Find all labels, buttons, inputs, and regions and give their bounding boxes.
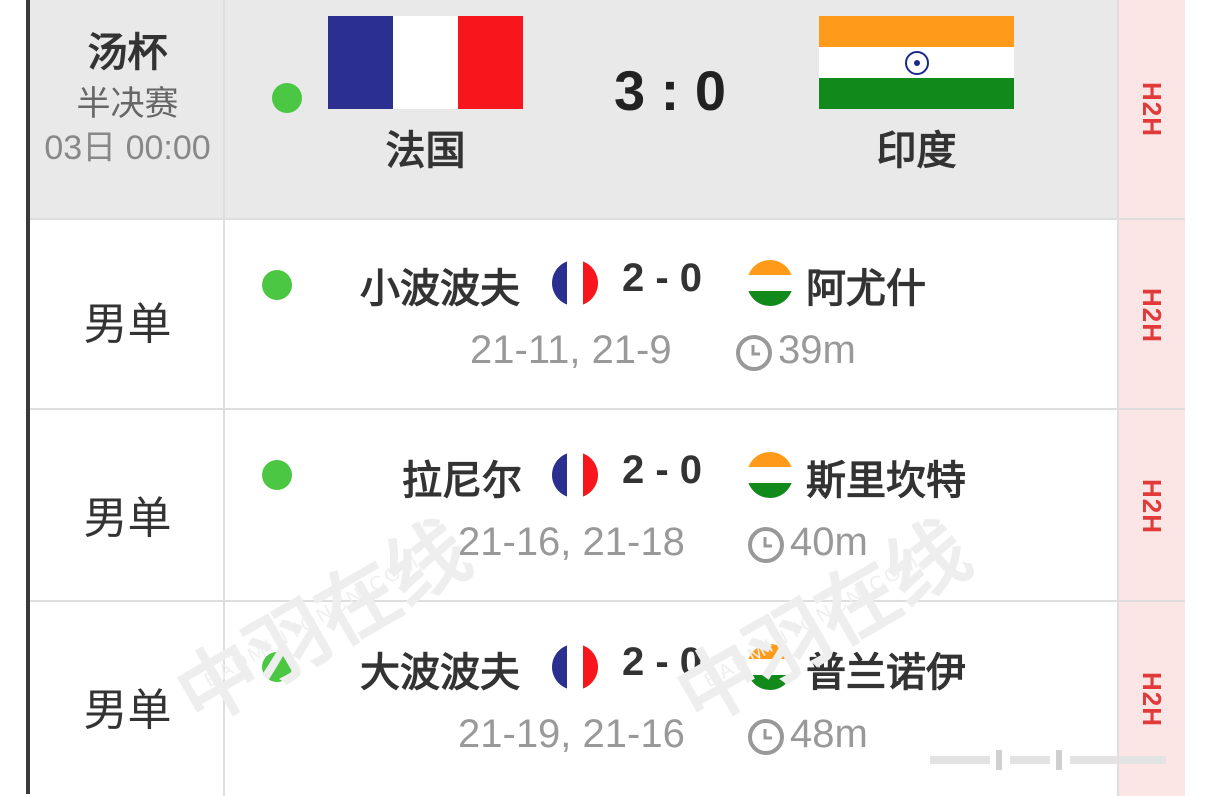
away-team-name: 印度 xyxy=(876,129,957,173)
match-row[interactable]: 男单 小波波夫 2 - 0 阿尤什 21-11, 21-9 39m H2H xyxy=(30,218,1185,410)
france-flag-icon xyxy=(328,16,523,109)
game-scores: 21-11, 21-9 xyxy=(470,328,672,372)
match-duration: 48m xyxy=(790,712,868,756)
game-scores: 21-16, 21-18 xyxy=(458,520,685,564)
france-flag-icon xyxy=(552,644,598,690)
h2h-button[interactable]: H2H xyxy=(1117,0,1185,218)
event-cell: 男单 xyxy=(30,220,225,410)
clock-icon xyxy=(748,719,784,755)
match-card: 汤杯 半决赛 03日 00:00 法国 3 : 0 印度 H2H 男单 小波波夫… xyxy=(26,0,1185,796)
event-label: 男单 xyxy=(83,300,172,349)
match-datetime: 03日 00:00 xyxy=(44,129,211,167)
stage-label: 半决赛 xyxy=(76,85,179,123)
event-label: 男单 xyxy=(83,494,172,543)
home-player-name: 拉尼尔 xyxy=(402,459,522,503)
tie-header-row[interactable]: 汤杯 半决赛 03日 00:00 法国 3 : 0 印度 H2H xyxy=(30,0,1185,218)
away-player-name: 斯里坎特 xyxy=(806,459,966,503)
h2h-label: H2H xyxy=(1137,81,1168,137)
match-score: 2 - 0 xyxy=(622,448,703,492)
clock-icon xyxy=(748,527,784,563)
home-player-name: 小波波夫 xyxy=(360,267,520,311)
match-duration: 39m xyxy=(778,328,856,372)
tie-score: 3 : 0 xyxy=(613,59,727,122)
match-score: 2 - 0 xyxy=(622,256,703,300)
game-scores: 21-19, 21-16 xyxy=(458,712,685,756)
away-player-name: 普兰诺伊 xyxy=(806,651,966,695)
event-cell: 男单 xyxy=(30,410,225,602)
match-row[interactable]: 男单 拉尼尔 2 - 0 斯里坎特 21-16, 21-18 40m H2H xyxy=(30,408,1185,602)
home-player-name: 大波波夫 xyxy=(360,651,520,695)
keyboard-ghost-icon xyxy=(930,750,1166,770)
cup-name: 汤杯 xyxy=(87,31,168,75)
ashoka-chakra-icon xyxy=(904,50,929,75)
home-team-name: 法国 xyxy=(385,129,466,173)
france-flag-icon xyxy=(552,260,598,306)
h2h-label: H2H xyxy=(1137,671,1168,727)
france-flag-icon xyxy=(552,452,598,498)
live-status-dot-icon xyxy=(262,270,292,300)
india-flag-icon xyxy=(747,260,793,306)
h2h-label: H2H xyxy=(1137,287,1168,343)
live-status-dot-icon xyxy=(262,460,292,490)
india-flag-icon xyxy=(747,452,793,498)
away-player-name: 阿尤什 xyxy=(806,267,926,311)
event-label: 男单 xyxy=(83,686,172,735)
tie-info: 汤杯 半决赛 03日 00:00 xyxy=(30,0,225,218)
clock-icon xyxy=(736,335,772,371)
h2h-button[interactable]: H2H xyxy=(1117,410,1185,602)
h2h-label: H2H xyxy=(1137,478,1168,534)
event-cell: 男单 xyxy=(30,602,225,796)
h2h-button[interactable]: H2H xyxy=(1117,220,1185,410)
india-flag-icon xyxy=(819,16,1014,109)
match-score: 2 - 0 xyxy=(622,640,703,684)
live-status-dot-icon xyxy=(272,83,302,113)
match-duration: 40m xyxy=(790,520,868,564)
